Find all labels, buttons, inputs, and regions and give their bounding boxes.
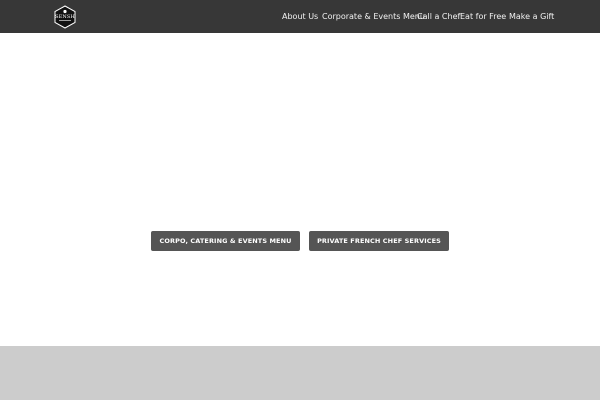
hero-section (0, 33, 600, 346)
logo-text: SENSH (55, 14, 75, 20)
footer-band (0, 346, 600, 400)
nav-call-a-chef[interactable]: Call a Chef (417, 0, 460, 33)
nav-corporate-events-menu[interactable]: Corporate & Events Menu (322, 0, 425, 33)
catering-events-menu-button[interactable]: CORPO, CATERING & EVENTS MENU (151, 231, 300, 251)
site-logo[interactable]: SENSH (53, 5, 77, 29)
private-chef-services-button[interactable]: PRIVATE FRENCH CHEF SERVICES (309, 231, 449, 251)
top-navigation-bar: SENSH About Us Corporate & Events Menu C… (0, 0, 600, 33)
nav-about-us[interactable]: About Us (282, 0, 318, 33)
nav-eat-for-free[interactable]: Eat for Free (460, 0, 506, 33)
nav-make-a-gift[interactable]: Make a Gift (509, 0, 554, 33)
